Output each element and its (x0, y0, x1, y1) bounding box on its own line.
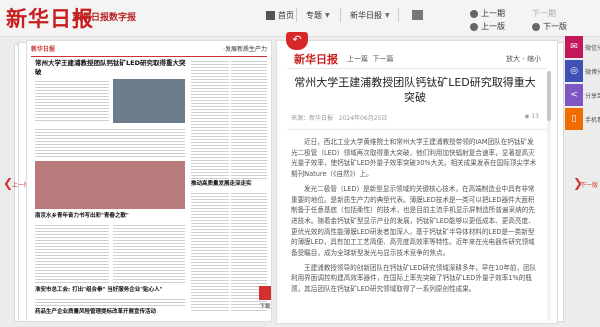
wechat-icon: ✉ (570, 42, 578, 52)
article-pager: 上一篇 下一篇 (347, 54, 393, 64)
newspaper-page[interactable]: 新华日报 ·发展新质生产力 常州大学王建浦教授团队钙钛矿LED研究取得重大突破 … (26, 40, 272, 322)
divider (287, 129, 547, 130)
article-paragraph: 王建浦教授领导的创新团队在钙钛矿LED研究领域深耕多年，早在10年前，团队利用界… (291, 263, 537, 294)
pdf-download-label: 下载 (259, 304, 271, 310)
divider (287, 68, 547, 69)
article-body: 近日，西北工业大学黄维院士和常州大学王建浦教授带领的IAM团队在钙钛矿发光二极管… (291, 137, 539, 299)
pdf-icon (259, 286, 271, 300)
text-column (35, 79, 109, 123)
nav-column-label: 专题 (306, 11, 322, 20)
site-logo-subtitle: 新华日报数字报 (73, 13, 137, 23)
back-arrow-icon[interactable]: ↶ (286, 32, 308, 50)
pdf-download-button[interactable]: 下载 (256, 286, 274, 320)
masthead-logo: 新华日报 (31, 46, 56, 53)
next-arrow-icon (532, 22, 540, 31)
article-paragraph: 近日，西北工业大学黄维院士和常州大学王建浦教授带领的IAM团队在钙钛矿发光二极管… (291, 138, 537, 179)
calendar-icon (412, 10, 423, 20)
calendar-button[interactable] (412, 10, 426, 20)
zoom-tools[interactable]: 放大 - 缩小 (506, 54, 541, 64)
text-column (231, 59, 267, 179)
share-label: 微信分享 (585, 45, 600, 52)
nav-paper-label: 新华日报 (350, 11, 382, 20)
edition-name: ·发展新质生产力 (223, 46, 267, 53)
home-icon (266, 11, 275, 20)
prev-arrow-icon (470, 9, 478, 18)
nav-column-dropdown[interactable]: 专题 ▼ (306, 10, 330, 21)
nav-divider (296, 8, 297, 22)
mobile-read-button[interactable]: ▯ (565, 108, 583, 130)
prev-edition-label: 上一版 (481, 22, 505, 31)
next-edition-label: 下一版 (543, 22, 567, 31)
prev-arrow-icon (470, 22, 478, 31)
article-meta: 来源：新华日报 2024年06月25日 ◉ 13 (291, 113, 539, 125)
share-icon: < (570, 90, 578, 100)
group-photo[interactable] (35, 161, 185, 209)
headline-area[interactable]: 常州大学王建浦教授团队钙钛矿LED研究取得重大突破 (35, 59, 191, 77)
text-column (191, 59, 229, 179)
wechat-share-button[interactable]: ✉ (565, 36, 583, 58)
view-count-value: 13 (531, 113, 539, 120)
article-title: 常州大学王建浦教授团队钙钛矿LED研究取得重大突破 (294, 76, 536, 104)
text-column (191, 191, 229, 311)
share-label: 分享到 (585, 93, 600, 100)
news-photo[interactable] (113, 79, 185, 123)
page-masthead: 新华日报 ·发展新质生产力 (31, 44, 267, 57)
weibo-share-button[interactable]: ◎ (565, 60, 583, 82)
text-column (35, 127, 185, 157)
next-article-button[interactable]: 下一篇 (372, 55, 393, 63)
article-logo: 新华日报 (294, 53, 338, 66)
article-panel: 新华日报 上一篇 下一篇 放大 - 缩小 常州大学王建浦教授团队钙钛矿LED研究… (276, 40, 558, 324)
nav-paper-dropdown[interactable]: 新华日报 ▼ (350, 10, 390, 21)
text-column (113, 223, 185, 283)
prev-issue-button[interactable]: 上一期 (470, 8, 505, 19)
article-link[interactable]: 淮安市总工会: 打出"组合拳" 当好服务企业"贴心人" (35, 287, 185, 294)
scrollbar[interactable] (547, 71, 551, 321)
next-issue-button[interactable]: 下一期 (532, 8, 556, 19)
article-link[interactable]: 南京水乡青年奋力书写出彩"青春之歌" (35, 213, 185, 220)
chevron-down-icon: ▼ (325, 12, 330, 19)
article-paragraph: 发光二极管（LED）是新型显示领域的关键核心技术，在高端制造业中具有非常重要的地… (291, 184, 535, 258)
next-edition-button[interactable]: 下一版 (532, 21, 567, 32)
nav-divider (398, 8, 399, 22)
nav-divider (340, 8, 341, 22)
prev-issue-label: 上一期 (481, 9, 505, 18)
share-label: 微博分享 (585, 69, 600, 76)
nav-home[interactable]: 首页 (266, 10, 294, 21)
text-column (35, 297, 185, 307)
scrollbar-thumb[interactable] (547, 71, 551, 121)
text-column (35, 223, 109, 283)
share-label: 手机看报 (585, 117, 600, 124)
share-button[interactable]: < (565, 84, 583, 106)
prev-article-button[interactable]: 上一篇 (347, 55, 368, 63)
next-issue-label: 下一期 (532, 9, 556, 18)
article-link[interactable]: 推动高质量发展走深走实 (191, 181, 267, 188)
article-source: 来源：新华日报 (291, 115, 334, 122)
article-date: 2024年06月25日 (338, 115, 388, 122)
article-link[interactable]: 药品生产企业质量风险管理提标改革开展宣传活动 (35, 309, 185, 316)
next-page-label[interactable]: 下一版 (580, 180, 598, 189)
eye-icon: ◉ (524, 113, 530, 120)
prev-edition-button[interactable]: 上一版 (470, 21, 505, 32)
weibo-icon: ◎ (570, 66, 578, 76)
chevron-down-icon: ▼ (385, 12, 390, 19)
nav-home-label: 首页 (278, 11, 294, 20)
view-count: ◉ 13 (524, 113, 539, 120)
phone-icon: ▯ (571, 114, 577, 124)
